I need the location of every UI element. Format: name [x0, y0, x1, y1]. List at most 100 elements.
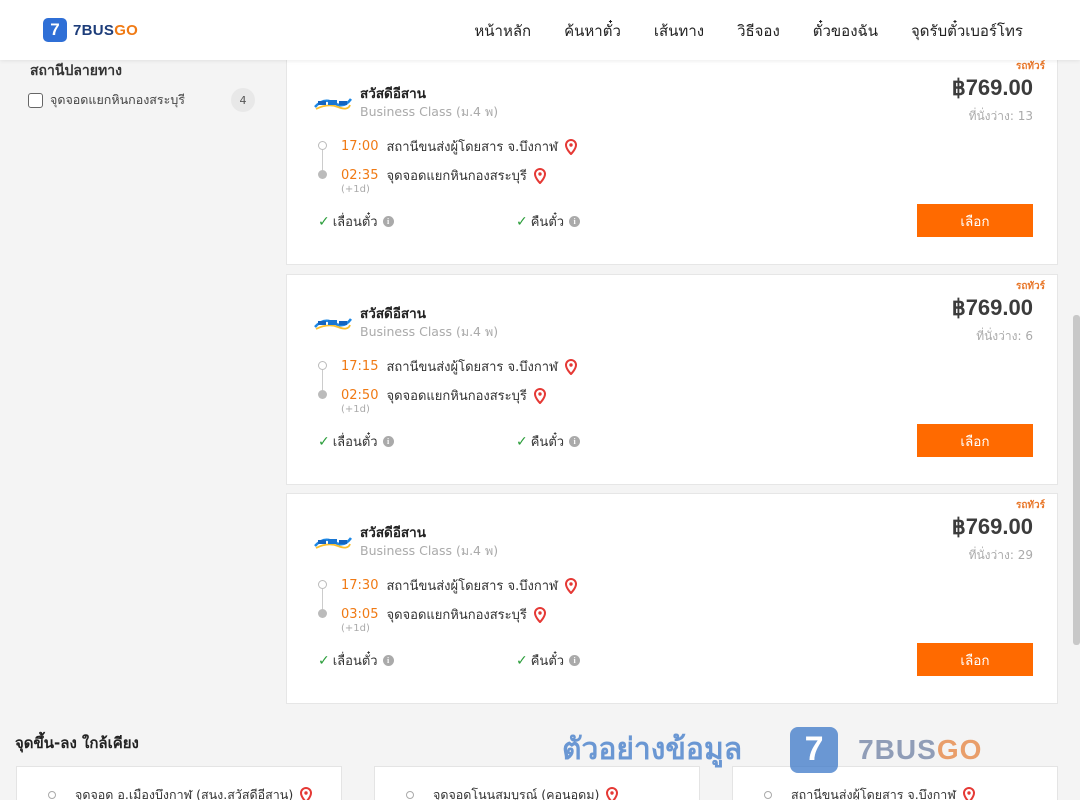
ticket-price: ฿769.00	[951, 295, 1033, 320]
map-pin-icon[interactable]	[564, 358, 578, 375]
arrival-time: 02:50	[341, 388, 379, 403]
bus-type-badge: รถทัวร์	[1015, 61, 1045, 72]
stop-dot-icon	[764, 791, 772, 799]
feature-reschedule-label: เลื่อนตั๋ว	[332, 654, 378, 669]
ticket-price: ฿769.00	[951, 514, 1033, 539]
bus-type-badge: รถทัวร์	[1015, 281, 1045, 292]
map-pin-icon[interactable]	[564, 138, 578, 155]
nearby-stops-title: จุดขึ้น-ลง ใกล้เคียง	[15, 734, 139, 752]
nav-search-tickets[interactable]: ค้นหาตั๋ว	[564, 19, 621, 43]
bus-class: Business Class (ม.4 พ)	[360, 324, 499, 339]
check-icon: ✓	[318, 213, 330, 230]
brand-logo[interactable]: 7 7BUSGO	[43, 18, 138, 42]
main-nav: หน้าหลัก ค้นหาตั๋ว เส้นทาง วิธีจอง ตั๋วข…	[474, 19, 1023, 43]
feature-refund: ✓ คืนตั๋ว i	[516, 650, 581, 671]
info-icon[interactable]: i	[382, 655, 394, 666]
check-icon: ✓	[318, 652, 330, 669]
arrival-dot-icon	[318, 390, 327, 399]
check-icon: ✓	[516, 433, 528, 450]
operator-logo-icon	[314, 537, 352, 549]
page-scrollbar[interactable]	[1073, 315, 1080, 645]
info-icon[interactable]: i	[382, 216, 394, 227]
nearby-stop-card[interactable]: จุดจอด อ.เมืองบึงกาฬ (สนง.สวัสดีอีสาน)	[16, 766, 342, 800]
map-pin-icon[interactable]	[533, 387, 547, 404]
brand-logo-mark: 7	[43, 18, 67, 42]
select-trip-button[interactable]: เลือก	[917, 643, 1033, 676]
info-icon[interactable]: i	[569, 216, 581, 227]
trip-card: รถทัวร์ สวัสดีอีสาน Business Class (ม.4 …	[286, 274, 1058, 485]
next-day-indicator: (+1d)	[341, 623, 370, 634]
arrival-stop: 03:05 จุดจอดแยกหินกองสระบุรี	[341, 604, 547, 625]
departure-stop: 17:15 สถานีขนส่งผู้โดยสาร จ.บึงกาฬ	[341, 356, 578, 377]
bus-class: Business Class (ม.4 พ)	[360, 543, 499, 558]
arrival-place: จุดจอดแยกหินกองสระบุรี	[386, 389, 527, 404]
seats-available: ที่นั่งว่าง: 6	[976, 329, 1033, 343]
info-icon[interactable]: i	[569, 655, 581, 666]
sample-data-watermark: ตัวอย่างข้อมูล 7 7BUSGO	[562, 726, 982, 773]
next-day-indicator: (+1d)	[341, 184, 370, 195]
departure-time: 17:30	[341, 578, 379, 593]
departure-time: 17:00	[341, 139, 379, 154]
nav-ticket-pickup[interactable]: จุดรับตั๋วเบอร์โทร	[911, 19, 1023, 43]
map-pin-icon[interactable]	[299, 787, 313, 800]
info-icon[interactable]: i	[569, 436, 581, 447]
departure-dot-icon	[318, 580, 327, 589]
check-icon: ✓	[318, 433, 330, 450]
feature-refund-label: คืนตั๋ว	[530, 215, 565, 230]
destination-filter-label: จุดจอดแยกหินกองสระบุรี	[50, 92, 186, 107]
trip-card: รถทัวร์ สวัสดีอีสาน Business Class (ม.4 …	[286, 493, 1058, 704]
ticket-price: ฿769.00	[951, 75, 1033, 100]
destination-filter-checkbox[interactable]	[28, 92, 43, 108]
arrival-place: จุดจอดแยกหินกองสระบุรี	[386, 169, 527, 184]
arrival-time: 03:05	[341, 607, 379, 622]
select-trip-button[interactable]: เลือก	[917, 424, 1033, 457]
timeline-line	[322, 150, 323, 170]
nearby-stop-label: สถานีขนส่งผู้โดยสาร จ.บึงกาฬ	[791, 785, 976, 800]
arrival-stop: 02:50 จุดจอดแยกหินกองสระบุรี	[341, 385, 547, 406]
destination-filter-count: 4	[231, 88, 255, 112]
operator-name: สวัสดีอีสาน	[360, 86, 426, 102]
operator-name: สวัสดีอีสาน	[360, 306, 426, 322]
map-pin-icon[interactable]	[533, 167, 547, 184]
bus-class: Business Class (ม.4 พ)	[360, 104, 499, 119]
arrival-stop: 02:35 จุดจอดแยกหินกองสระบุรี	[341, 165, 547, 186]
arrival-dot-icon	[318, 609, 327, 618]
top-header: 7 7BUSGO หน้าหลัก ค้นหาตั๋ว เส้นทาง วิธี…	[0, 0, 1080, 60]
departure-stop: 17:30 สถานีขนส่งผู้โดยสาร จ.บึงกาฬ	[341, 575, 578, 596]
timeline-line	[322, 589, 323, 609]
nav-home[interactable]: หน้าหลัก	[474, 19, 531, 43]
departure-place: สถานีขนส่งผู้โดยสาร จ.บึงกาฬ	[386, 579, 558, 594]
feature-refund-label: คืนตั๋ว	[530, 435, 565, 450]
info-icon[interactable]: i	[382, 436, 394, 447]
departure-place: สถานีขนส่งผู้โดยสาร จ.บึงกาฬ	[386, 360, 558, 375]
nav-my-tickets[interactable]: ตั๋วของฉัน	[813, 19, 878, 43]
map-pin-icon[interactable]	[962, 787, 976, 800]
feature-reschedule-label: เลื่อนตั๋ว	[332, 435, 378, 450]
map-pin-icon[interactable]	[533, 606, 547, 623]
bus-type-badge: รถทัวร์	[1015, 500, 1045, 511]
nav-how-to-book[interactable]: วิธีจอง	[737, 19, 780, 43]
destination-filter-option[interactable]: จุดจอดแยกหินกองสระบุรี 4	[28, 88, 255, 112]
seats-available: ที่นั่งว่าง: 29	[968, 548, 1033, 562]
timeline-line	[322, 370, 323, 390]
stop-dot-icon	[406, 791, 414, 799]
arrival-place: จุดจอดแยกหินกองสระบุรี	[386, 608, 527, 623]
stop-dot-icon	[48, 791, 56, 799]
operator-logo-icon	[314, 318, 352, 330]
feature-reschedule: ✓ เลื่อนตั๋ว i	[318, 211, 394, 232]
feature-refund-label: คืนตั๋ว	[530, 654, 565, 669]
nearby-stop-label: จุดจอด อ.เมืองบึงกาฬ (สนง.สวัสดีอีสาน)	[75, 785, 313, 800]
next-day-indicator: (+1d)	[341, 404, 370, 415]
watermark-brand: 7BUSGO	[858, 733, 983, 765]
map-pin-icon[interactable]	[605, 787, 619, 800]
map-pin-icon[interactable]	[564, 577, 578, 594]
departure-place: สถานีขนส่งผู้โดยสาร จ.บึงกาฬ	[386, 140, 558, 155]
operator-logo-icon	[314, 98, 352, 110]
check-icon: ✓	[516, 652, 528, 669]
nav-routes[interactable]: เส้นทาง	[654, 19, 704, 43]
departure-dot-icon	[318, 141, 327, 150]
brand-logo-text: 7BUSGO	[73, 21, 139, 39]
departure-stop: 17:00 สถานีขนส่งผู้โดยสาร จ.บึงกาฬ	[341, 136, 578, 157]
operator-name: สวัสดีอีสาน	[360, 525, 426, 541]
select-trip-button[interactable]: เลือก	[917, 204, 1033, 237]
